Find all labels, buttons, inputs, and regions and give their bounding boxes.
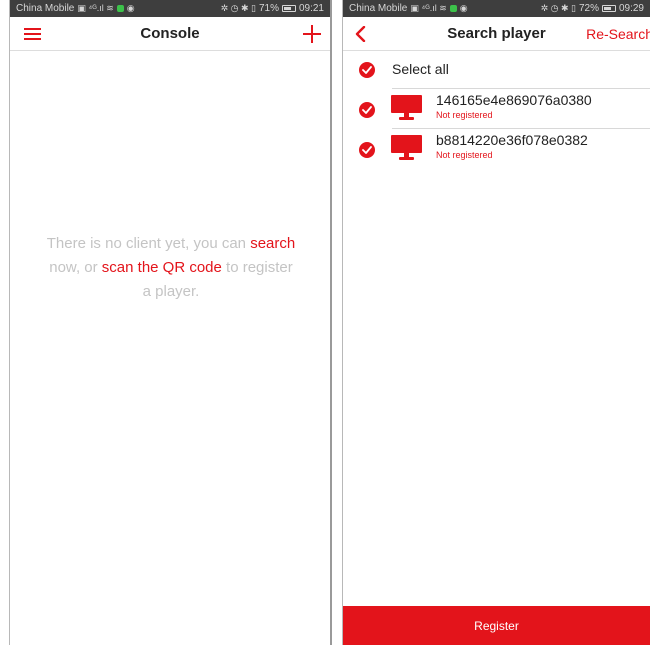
register-button[interactable]: Register: [343, 606, 650, 645]
search-navbar: Search player Re-Search: [343, 17, 650, 51]
battery-icon: [601, 5, 616, 12]
sync-icon: ◉: [459, 3, 468, 13]
search-link[interactable]: search: [250, 235, 295, 252]
status-bar: China Mobile ▣ ⁴ᴳ.ıl ≋ ◉ ✲ ◷ ✱ ▯ 72% 09:…: [343, 0, 650, 17]
check-icon[interactable]: [359, 102, 375, 118]
clock: 09:21: [298, 3, 324, 14]
player-status: Not registered: [436, 110, 493, 120]
carrier-label: China Mobile: [349, 3, 408, 14]
register-label: Register: [474, 618, 519, 633]
check-icon[interactable]: [359, 62, 375, 78]
player-id: b8814220e36f078e0382: [436, 132, 588, 148]
battery-percent: 72%: [578, 3, 599, 14]
select-all-row[interactable]: Select all: [343, 51, 650, 89]
re-search-button[interactable]: Re-Search: [586, 26, 650, 42]
back-icon[interactable]: [353, 26, 369, 42]
add-icon[interactable]: [303, 25, 321, 43]
player-id: 146165e4e869076a0380: [436, 92, 592, 108]
page-title: Console: [140, 25, 200, 42]
player-list-item[interactable]: 146165e4e869076a0380 Not registered: [343, 89, 650, 129]
player-status: Not registered: [436, 150, 493, 160]
app-notification-icon: [449, 5, 457, 12]
monitor-icon: [391, 135, 422, 160]
scan-qr-link[interactable]: scan the QR code: [102, 259, 222, 276]
status-bar: China Mobile ▣ ⁴ᴳ.ıl ≋ ◉ ✲ ◷ ✱ ▯ 71% 09:…: [10, 0, 330, 17]
empty-text-2: now, or: [49, 259, 98, 276]
sync-icon: ◉: [126, 3, 135, 13]
battery-percent: 71%: [258, 3, 279, 14]
console-navbar: Console: [10, 17, 330, 51]
check-icon[interactable]: [359, 142, 375, 158]
carrier-label: China Mobile: [16, 3, 75, 14]
select-all-label: Select all: [392, 61, 449, 77]
monitor-icon: [391, 95, 422, 120]
empty-state-message: There is no client yet, you can search n…: [46, 232, 296, 304]
page-title: Search player: [447, 25, 546, 42]
alarm-icon: ✲ ◷ ✱ ▯: [540, 3, 576, 13]
player-list-item[interactable]: b8814220e36f078e0382 Not registered: [343, 129, 650, 169]
app-notification-icon: [116, 5, 124, 12]
alarm-icon: ✲ ◷ ✱ ▯: [220, 3, 256, 13]
console-screen: China Mobile ▣ ⁴ᴳ.ıl ≋ ◉ ✲ ◷ ✱ ▯ 71% 09:…: [9, 0, 332, 645]
search-player-screen: China Mobile ▣ ⁴ᴳ.ıl ≋ ◉ ✲ ◷ ✱ ▯ 72% 09:…: [342, 0, 650, 645]
signal-icon: ▣ ⁴ᴳ.ıl ≋: [410, 3, 447, 13]
empty-text-1: There is no client yet, you can: [46, 235, 247, 252]
screenshot-root: China Mobile ▣ ⁴ᴳ.ıl ≋ ◉ ✲ ◷ ✱ ▯ 71% 09:…: [0, 0, 650, 645]
menu-icon[interactable]: [24, 28, 41, 40]
battery-icon: [281, 5, 296, 12]
signal-icon: ▣ ⁴ᴳ.ıl ≋: [77, 3, 114, 13]
clock: 09:29: [618, 3, 644, 14]
